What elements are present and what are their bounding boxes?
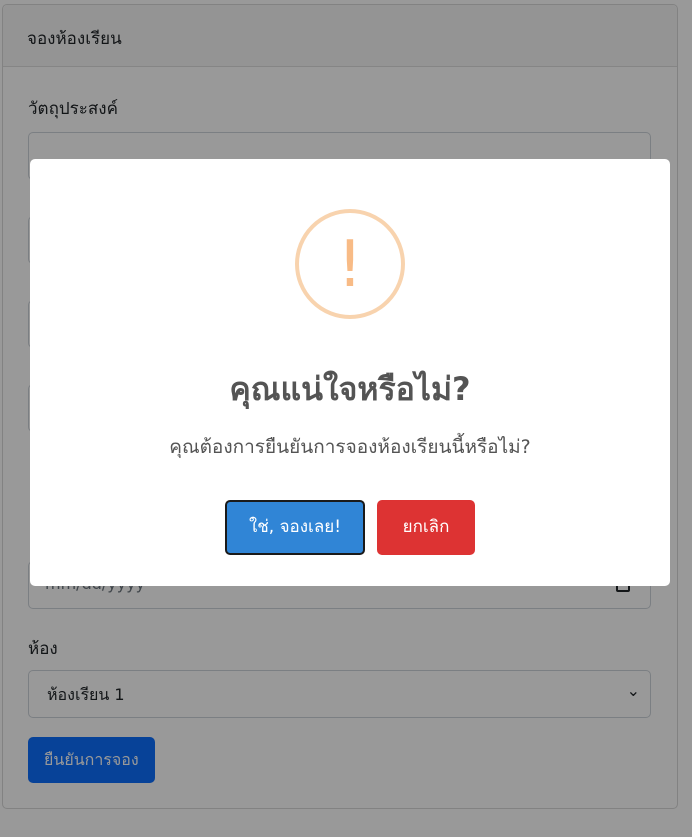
cancel-button[interactable]: ยกเลิก (377, 500, 475, 555)
confirm-dialog: ! คุณแน่ใจหรือไม่? คุณต้องการยืนยันการจอ… (30, 159, 670, 586)
warning-icon: ! (295, 209, 405, 319)
dialog-message: คุณต้องการยืนยันการจองห้องเรียนนี้หรือไม… (169, 436, 531, 458)
dialog-actions: ใช่, จองเลย! ยกเลิก (30, 500, 670, 555)
confirm-button[interactable]: ใช่, จองเลย! (225, 500, 365, 555)
warning-icon-glyph: ! (337, 228, 363, 302)
dialog-title: คุณแน่ใจหรือไม่? (229, 370, 471, 408)
